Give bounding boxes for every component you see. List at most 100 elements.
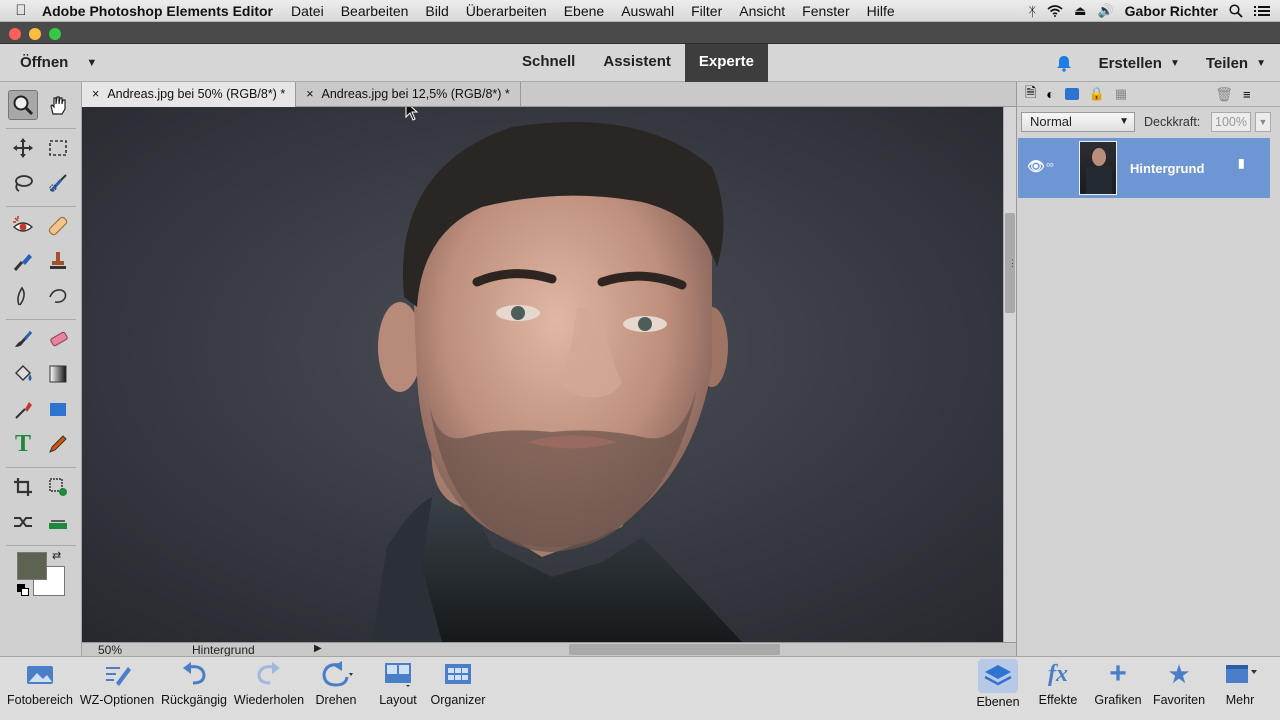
close-window-button[interactable] <box>9 28 21 40</box>
blur-tool-icon[interactable] <box>8 281 38 311</box>
close-icon[interactable]: × <box>92 82 99 107</box>
menu-layer[interactable]: Ebene <box>564 3 604 19</box>
foreground-color-swatch-top[interactable] <box>17 552 47 580</box>
menu-filter[interactable]: Filter <box>691 3 722 19</box>
layer-row-background[interactable]: 👁 ∞ Hintergrund ▮ <box>1018 138 1270 198</box>
menu-file[interactable]: Datei <box>291 3 324 19</box>
tool-options-icon <box>106 667 131 686</box>
lock-icon[interactable]: 🔒 <box>1089 86 1105 102</box>
apple-icon[interactable]:  <box>0 2 42 19</box>
text-tool-icon[interactable]: T <box>8 429 38 459</box>
mode-expert[interactable]: Experte <box>684 44 768 82</box>
document-tab[interactable]: × Andreas.jpg bei 12,5% (RGB/8*) * <box>296 82 521 107</box>
vertical-scrollbar[interactable]: ⋮ <box>1003 107 1017 642</box>
gradient-tool-icon[interactable] <box>43 359 73 389</box>
search-icon[interactable] <box>1229 4 1243 18</box>
opacity-label: Deckkraft: <box>1144 115 1201 129</box>
organizer-button[interactable]: Organizer <box>418 661 498 707</box>
recompose-tool-icon[interactable] <box>43 472 73 502</box>
menu-select[interactable]: Auswahl <box>621 3 674 19</box>
open-button[interactable]: Öffnen ▼ <box>20 54 97 71</box>
create-button[interactable]: Erstellen ▼ <box>1099 55 1180 72</box>
menu-edit[interactable]: Bearbeiten <box>341 3 409 19</box>
pencil-tool-icon[interactable] <box>43 429 73 459</box>
content-aware-move-tool-icon[interactable] <box>8 507 38 537</box>
eyedropper-tool-icon[interactable] <box>8 394 38 424</box>
plus-icon: + <box>1109 657 1127 690</box>
list-icon[interactable] <box>1254 5 1270 17</box>
eraser-tool-icon[interactable] <box>43 324 73 354</box>
status-menu-arrow-icon[interactable]: ▶ <box>314 643 322 654</box>
shape-tool-icon[interactable] <box>43 394 73 424</box>
menu-window[interactable]: Fenster <box>802 3 849 19</box>
lasso-tool-icon[interactable] <box>8 168 38 198</box>
panel-menu-icon[interactable]: ≡ <box>1243 87 1251 102</box>
chevron-down-icon: ▼ <box>1256 57 1266 69</box>
visibility-eye-icon[interactable]: 👁 <box>1027 158 1045 175</box>
layout-label: Layout <box>379 693 417 707</box>
new-layer-icon[interactable]: 🗎 <box>1025 82 1036 106</box>
opacity-input[interactable]: 100% <box>1211 112 1251 132</box>
user-name[interactable]: Gabor Richter <box>1125 3 1218 19</box>
swap-colors-icon[interactable]: ⇄ <box>52 549 61 562</box>
lock-pixels-icon[interactable]: ▦ <box>1115 86 1127 102</box>
straighten-tool-icon[interactable] <box>43 507 73 537</box>
photo-bin-button[interactable]: Fotobereich <box>0 661 80 707</box>
chevron-down-icon: ▼ <box>1169 57 1180 69</box>
move-tool-icon[interactable] <box>8 133 38 163</box>
document-canvas[interactable] <box>82 107 1003 642</box>
crop-tool-icon[interactable] <box>8 472 38 502</box>
bluetooth-icon[interactable]: ᛡ <box>1028 4 1036 19</box>
adjustment-layer-icon[interactable]: ◐ <box>1046 86 1054 102</box>
zoom-tool-icon[interactable] <box>8 90 38 120</box>
undo-button[interactable]: Rückgängig <box>154 661 234 707</box>
layers-panel: 🗎 ◐ 🔒 ▦ 🗑 ≡ Normal ▼ Deckkraft: 100% ▼ 👁… <box>1016 82 1280 656</box>
menu-help[interactable]: Hilfe <box>867 3 895 19</box>
status-bar: 50% Hintergrund ▶ <box>82 642 1016 657</box>
blend-mode-select[interactable]: Normal ▼ <box>1021 112 1135 132</box>
zoom-level[interactable]: 50% <box>98 643 122 657</box>
default-colors-icon[interactable] <box>17 584 29 596</box>
horizontal-scrollbar[interactable] <box>569 644 780 655</box>
mode-quick[interactable]: Schnell <box>508 44 589 82</box>
open-label: Öffnen <box>20 54 69 71</box>
layer-mask-icon[interactable] <box>1064 88 1079 100</box>
marquee-tool-icon[interactable] <box>43 133 73 163</box>
trash-icon[interactable]: 🗑 <box>1215 86 1233 103</box>
share-button[interactable]: Teilen ▼ <box>1206 55 1266 72</box>
rotate-icon <box>322 661 353 687</box>
quick-selection-tool-icon[interactable] <box>43 168 73 198</box>
app-name[interactable]: Adobe Photoshop Elements Editor <box>42 3 273 19</box>
volume-icon[interactable]: 🔊 <box>1097 3 1113 19</box>
clone-stamp-tool-icon[interactable] <box>43 246 73 276</box>
link-icon[interactable]: ∞ <box>1046 159 1054 171</box>
spot-healing-tool-icon[interactable] <box>43 211 73 241</box>
wifi-icon[interactable] <box>1047 5 1063 17</box>
document-tab-label: Andreas.jpg bei 50% (RGB/8*) * <box>107 87 286 101</box>
close-icon[interactable]: × <box>306 82 313 107</box>
opacity-dropdown-icon[interactable]: ▼ <box>1255 112 1271 132</box>
menu-image[interactable]: Bild <box>425 3 448 19</box>
brush-tool-icon[interactable] <box>8 324 38 354</box>
chevron-down-icon: ▼ <box>86 57 98 69</box>
mode-guided[interactable]: Assistent <box>589 44 685 82</box>
layers-label: Ebenen <box>976 695 1020 709</box>
paint-bucket-tool-icon[interactable] <box>8 359 38 389</box>
tool-options-button[interactable]: WZ-Optionen <box>77 661 157 707</box>
red-eye-tool-icon[interactable] <box>8 211 38 241</box>
menu-enhance[interactable]: Überarbeiten <box>466 3 547 19</box>
notification-bell-icon[interactable] <box>1055 54 1073 72</box>
smart-brush-tool-icon[interactable] <box>8 246 38 276</box>
menu-view[interactable]: Ansicht <box>739 3 785 19</box>
eject-icon[interactable]: ⏏ <box>1074 3 1086 19</box>
zoom-window-button[interactable] <box>49 28 61 40</box>
undo-icon <box>183 662 206 685</box>
more-button[interactable]: Mehr <box>1200 661 1280 707</box>
hand-tool-icon[interactable] <box>43 90 73 120</box>
minimize-window-button[interactable] <box>29 28 41 40</box>
sponge-tool-icon[interactable] <box>43 281 73 311</box>
document-tab[interactable]: × Andreas.jpg bei 50% (RGB/8*) * <box>82 82 297 107</box>
more-label: Mehr <box>1225 693 1255 707</box>
rotate-label: Drehen <box>315 693 357 707</box>
star-icon: ★ <box>1167 659 1191 689</box>
